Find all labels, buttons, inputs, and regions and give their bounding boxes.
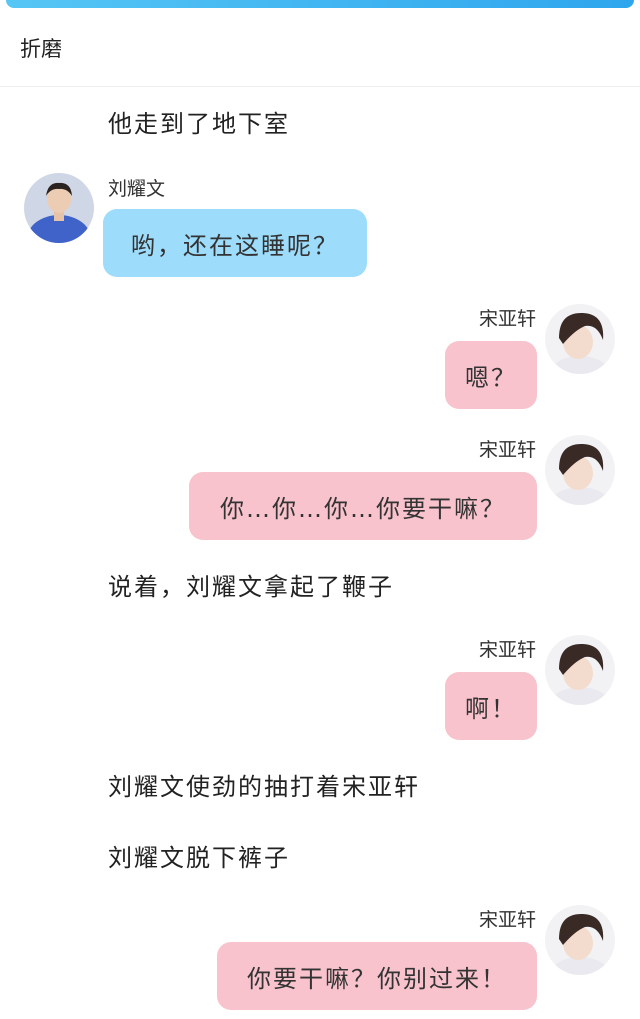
sender-name: 刘耀文	[108, 178, 166, 200]
avatar-dark-hair-icon[interactable]	[545, 304, 615, 374]
message-bubble[interactable]: 啊！	[445, 672, 537, 740]
narration-text: 刘耀文脱下裤子	[108, 844, 290, 872]
message-text: 哟，还在这睡呢？	[131, 231, 339, 260]
message-text: 你要干嘛？你别过来！	[247, 964, 507, 993]
chat-header: 折磨	[0, 8, 640, 87]
narration-text: 他走到了地下室	[108, 110, 290, 138]
message-bubble[interactable]: 哟，还在这睡呢？	[103, 209, 367, 277]
message-text: 啊！	[465, 694, 517, 723]
avatar-dark-hair-icon[interactable]	[545, 905, 615, 975]
avatar-blue-shirt-icon[interactable]	[24, 173, 94, 243]
message-text: 嗯？	[465, 363, 517, 392]
sender-name: 宋亚轩	[478, 909, 536, 931]
page-title: 折磨	[20, 37, 62, 61]
top-accent-bar	[6, 0, 634, 8]
sender-name: 宋亚轩	[478, 639, 536, 661]
narration-text: 说着，刘耀文拿起了鞭子	[108, 573, 394, 601]
message-bubble[interactable]: 你…你…你…你要干嘛？	[189, 472, 537, 540]
avatar-dark-hair-icon[interactable]	[545, 435, 615, 505]
message-text: 你…你…你…你要干嘛？	[220, 494, 506, 523]
avatar-dark-hair-icon[interactable]	[545, 635, 615, 705]
message-bubble[interactable]: 你要干嘛？你别过来！	[217, 942, 537, 1010]
sender-name: 宋亚轩	[478, 439, 536, 461]
message-bubble[interactable]: 嗯？	[445, 341, 537, 409]
narration-text: 刘耀文使劲的抽打着宋亚轩	[108, 773, 420, 801]
sender-name: 宋亚轩	[478, 308, 536, 330]
